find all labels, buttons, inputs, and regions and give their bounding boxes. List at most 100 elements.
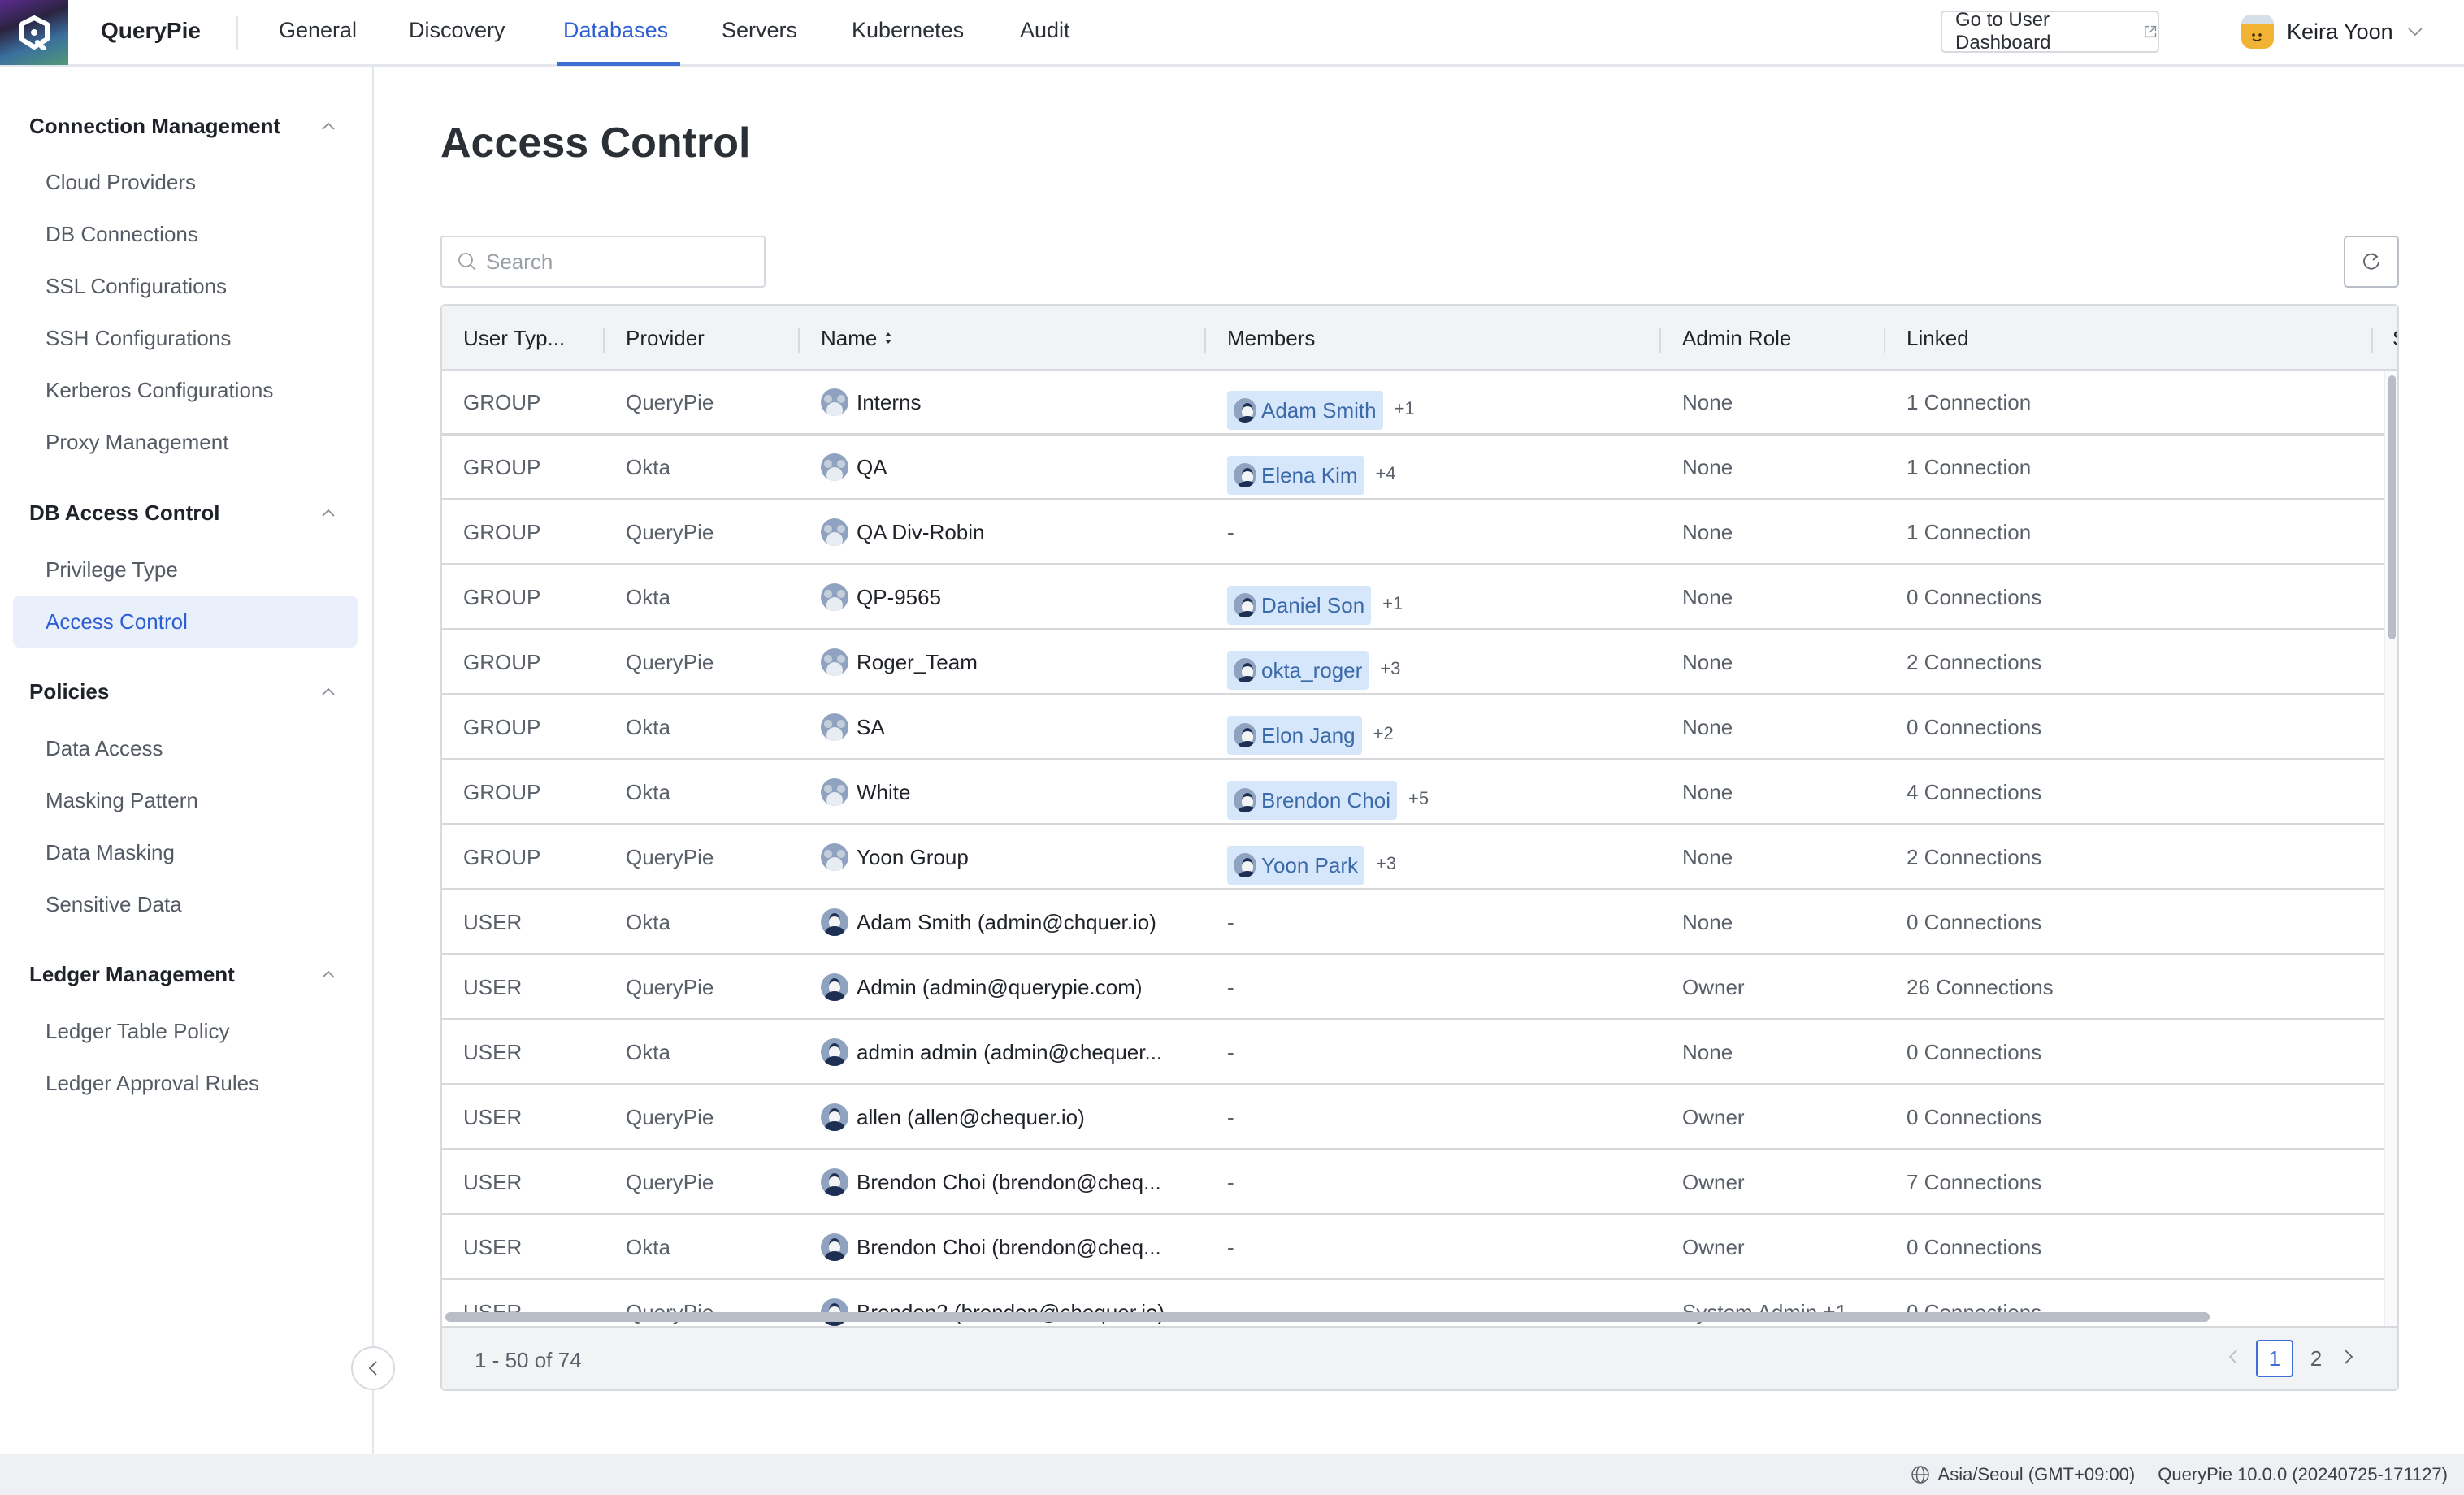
horizontal-scrollbar-thumb[interactable] [445, 1312, 2210, 1322]
column-header-truncated[interactable]: S [2392, 306, 2397, 370]
chevron-up-icon[interactable] [319, 965, 338, 985]
table-row[interactable]: USER QueryPie Brendon2 (brendon@chequer.io… [442, 1280, 2384, 1332]
sidebar-item-access-control[interactable]: Access Control [13, 596, 358, 648]
timezone-indicator[interactable]: Asia/Seoul (GMT+09:00) [1911, 1464, 2135, 1485]
section-policies[interactable]: Policies [29, 679, 109, 704]
cell-linked: 1 Connection [1907, 390, 2032, 414]
cell-linked: 1 Connection [1907, 520, 2032, 544]
more-members-count[interactable]: +3 [1376, 853, 1396, 873]
sidebar-item-ssl-configurations[interactable]: SSL Configurations [13, 260, 358, 312]
column-resize-handle[interactable] [1204, 328, 1206, 353]
go-to-user-dashboard-button[interactable]: Go to User Dashboard [1941, 9, 2159, 54]
sidebar-item-cloud-providers[interactable]: Cloud Providers [13, 156, 358, 208]
column-resize-handle[interactable] [1884, 328, 1885, 353]
cell-linked: 0 Connections [1907, 1280, 2041, 1332]
table-row[interactable]: GROUP Okta White Brendon Choi +5 None 4 Connec… [442, 760, 2384, 826]
member-chip[interactable]: Elena Kim [1227, 455, 1364, 495]
sidebar-item-ledger-table-policy[interactable]: Ledger Table Policy [13, 1005, 358, 1057]
table-row[interactable]: GROUP QueryPie Yoon Group Yoon Park +3 None 2 … [442, 826, 2384, 890]
chevron-up-icon[interactable] [319, 117, 338, 136]
column-resize-handle[interactable] [2371, 328, 2373, 353]
sidebar-item-db-connections[interactable]: DB Connections [13, 208, 358, 260]
cell-name-label: QA Div-Robin [857, 520, 985, 544]
column-resize-handle[interactable] [798, 328, 800, 353]
more-members-count[interactable]: +2 [1373, 723, 1394, 743]
search-input[interactable] [486, 249, 746, 275]
table-row[interactable]: USER Okta admin admin (admin@chequer... - No… [442, 1020, 2384, 1086]
table-row[interactable]: GROUP QueryPie Interns Adam Smith +1 None 1 Co… [442, 370, 2384, 436]
sidebar-item-data-masking[interactable]: Data Masking [13, 826, 358, 878]
table-row[interactable]: USER QueryPie Brendon Choi (brendon@cheq..… [442, 1150, 2384, 1216]
member-chip[interactable]: Daniel Son [1227, 585, 1372, 625]
column-resize-handle[interactable] [1659, 328, 1661, 353]
more-members-count[interactable]: +1 [1382, 593, 1403, 613]
table-row[interactable]: USER QueryPie Admin (admin@querypie.com) - O… [442, 956, 2384, 1020]
chevron-up-icon[interactable] [319, 682, 338, 702]
sidebar-item-proxy-management[interactable]: Proxy Management [13, 416, 358, 468]
querypie-logo[interactable] [0, 0, 68, 65]
table-row[interactable]: USER QueryPie allen (allen@chequer.io) - Own… [442, 1086, 2384, 1150]
column-resize-handle[interactable] [603, 328, 605, 353]
user-menu[interactable]: Keira Yoon [2241, 15, 2424, 49]
sort-icon[interactable] [883, 331, 893, 345]
sidebar-item-masking-pattern[interactable]: Masking Pattern [13, 774, 358, 826]
more-members-count[interactable]: +4 [1376, 463, 1396, 483]
tab-servers[interactable]: Servers [722, 18, 797, 43]
cell-provider: QueryPie [626, 1105, 714, 1129]
column-header-name[interactable]: Name [821, 306, 893, 370]
user-avatar-icon [821, 1168, 848, 1196]
cell-provider: QueryPie [626, 390, 714, 414]
previous-page-button[interactable] [2223, 1346, 2243, 1372]
sidebar-item-ssh-configurations[interactable]: SSH Configurations [13, 312, 358, 364]
table-row[interactable]: GROUP QueryPie QA Div-Robin - None 1 Connecti… [442, 500, 2384, 566]
column-header-admin-role[interactable]: Admin Role [1682, 306, 1791, 370]
member-chip[interactable]: Adam Smith [1227, 390, 1383, 430]
chevron-up-icon[interactable] [319, 504, 338, 523]
page-1-button[interactable]: 1 [2256, 1340, 2293, 1377]
collapse-sidebar-button[interactable] [351, 1346, 395, 1390]
vertical-scrollbar-thumb[interactable] [2388, 375, 2396, 639]
member-chip[interactable]: okta_roger [1227, 650, 1369, 690]
sidebar-item-sensitive-data[interactable]: Sensitive Data [13, 878, 358, 930]
table-header: User Typ... Provider Name Members Admin … [442, 306, 2397, 370]
next-page-button[interactable] [2339, 1346, 2358, 1372]
table-row[interactable]: GROUP Okta SA Elon Jang +2 None 0 Connections [442, 696, 2384, 760]
column-header-provider[interactable]: Provider [626, 306, 705, 370]
member-chip[interactable]: Brendon Choi [1227, 780, 1397, 820]
tab-databases[interactable]: Databases [563, 18, 668, 43]
tab-audit[interactable]: Audit [1020, 18, 1070, 43]
table-row[interactable]: USER Okta Adam Smith (admin@chquer.io) - Non… [442, 890, 2384, 956]
column-header-user-type[interactable]: User Typ... [463, 306, 565, 370]
member-chip[interactable]: Elon Jang [1227, 715, 1362, 755]
vertical-scrollbar[interactable] [2384, 370, 2397, 1332]
column-header-linked[interactable]: Linked [1907, 306, 1969, 370]
cell-linked: 0 Connections [1907, 910, 2042, 934]
section-connection-management[interactable]: Connection Management [29, 114, 280, 139]
sidebar-item-data-access[interactable]: Data Access [13, 722, 358, 774]
cell-name-label: Interns [857, 390, 922, 414]
sidebar-item-ledger-approval-rules[interactable]: Ledger Approval Rules [13, 1057, 358, 1109]
column-header-members[interactable]: Members [1227, 306, 1315, 370]
section-ledger-management[interactable]: Ledger Management [29, 962, 235, 987]
more-members-count[interactable]: +1 [1395, 398, 1415, 418]
tab-discovery[interactable]: Discovery [409, 18, 505, 43]
sidebar-item-privilege-type[interactable]: Privilege Type [13, 544, 358, 596]
sidebar-item-kerberos-configurations[interactable]: Kerberos Configurations [13, 364, 358, 416]
table-row[interactable]: GROUP Okta QA Elena Kim +4 None 1 Connection [442, 436, 2384, 500]
tab-kubernetes[interactable]: Kubernetes [852, 18, 964, 43]
search-box[interactable] [440, 236, 766, 288]
table-row[interactable]: USER Okta Brendon Choi (brendon@cheq... - Ow… [442, 1216, 2384, 1280]
cell-admin-role: Owner [1682, 1235, 1745, 1259]
member-chip[interactable]: Yoon Park [1227, 845, 1365, 885]
user-avatar [2241, 15, 2274, 49]
page-2-button[interactable]: 2 [2306, 1346, 2326, 1372]
section-db-access-control[interactable]: DB Access Control [29, 500, 220, 526]
table-row[interactable]: GROUP Okta QP-9565 Daniel Son +1 None 0 Connec… [442, 566, 2384, 630]
table-row[interactable]: GROUP QueryPie Roger_Team okta_roger +3 None 2… [442, 630, 2384, 696]
more-members-count[interactable]: +5 [1408, 788, 1429, 808]
cell-admin-role: None [1682, 455, 1733, 479]
more-members-count[interactable]: +3 [1380, 658, 1400, 678]
tab-general[interactable]: General [279, 18, 357, 43]
refresh-button[interactable] [2344, 236, 2399, 288]
version-label: QueryPie 10.0.0 (20240725-171127) [2158, 1464, 2448, 1484]
